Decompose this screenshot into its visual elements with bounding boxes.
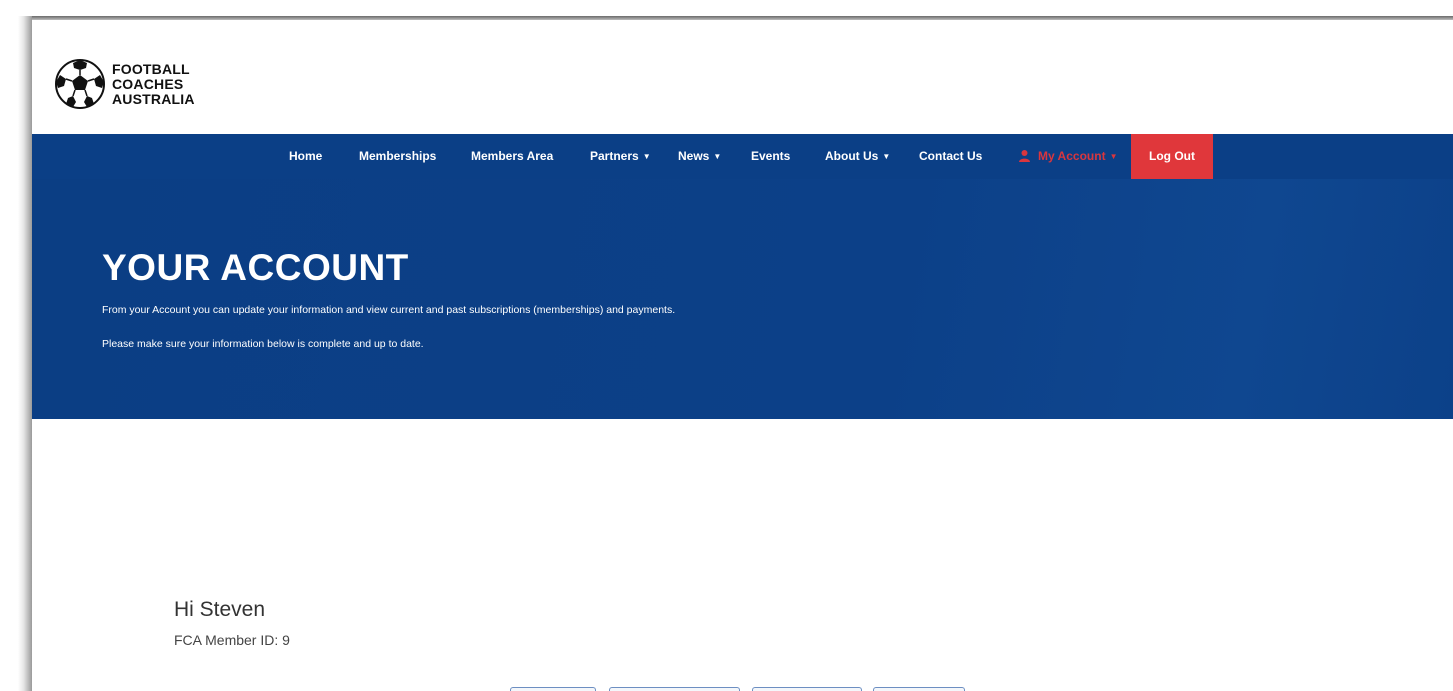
- account-tab[interactable]: [752, 687, 862, 691]
- logo-line: AUSTRALIA: [112, 90, 195, 107]
- chevron-down-icon: ▼: [713, 152, 722, 161]
- main-nav: Home Memberships Members Area Partners ▼ …: [32, 134, 1453, 180]
- greeting: Hi Steven: [174, 598, 266, 621]
- logout-button[interactable]: Log Out: [1131, 134, 1213, 179]
- account-tab[interactable]: [873, 687, 965, 691]
- chevron-down-icon: ▼: [882, 152, 891, 161]
- account-tab[interactable]: [609, 687, 740, 691]
- site-logo[interactable]: FOOTBALL COACHES AUSTRALIA: [54, 58, 195, 110]
- nav-item-label: Partners: [590, 149, 639, 163]
- nav-item-contact-us[interactable]: Contact Us: [919, 134, 982, 179]
- nav-item-my-account[interactable]: My Account ▼: [1019, 134, 1117, 179]
- soccer-ball-icon: [55, 59, 105, 109]
- member-id: FCA Member ID: 9: [174, 632, 290, 648]
- nav-item-label: Contact Us: [919, 149, 983, 163]
- nav-item-label: News: [678, 149, 710, 163]
- account-hero-banner: YOUR ACCOUNT From your Account you can u…: [32, 179, 1453, 419]
- user-icon: [1019, 150, 1030, 162]
- nav-item-label: My Account: [1038, 149, 1106, 163]
- account-tab[interactable]: [510, 687, 596, 691]
- page-title: YOUR ACCOUNT: [102, 247, 409, 288]
- nav-item-memberships[interactable]: Memberships: [359, 134, 436, 179]
- logo-wordmark: FOOTBALL COACHES AUSTRALIA: [112, 60, 195, 107]
- nav-item-about-us[interactable]: About Us ▼: [825, 134, 890, 179]
- hero-instruction: Please make sure your information below …: [102, 338, 424, 350]
- logo-line: FOOTBALL: [112, 60, 190, 77]
- logo-line: COACHES: [112, 75, 184, 92]
- nav-item-label: Members Area: [471, 149, 554, 163]
- page: FOOTBALL COACHES AUSTRALIA Home Membersh…: [32, 20, 1453, 691]
- nav-item-events[interactable]: Events: [751, 134, 790, 179]
- chevron-down-icon: ▼: [642, 152, 651, 161]
- nav-item-label: About Us: [825, 149, 879, 163]
- hero-description: From your Account you can update your in…: [102, 304, 676, 316]
- nav-item-label: Memberships: [359, 149, 437, 163]
- window-frame-left: [18, 16, 32, 691]
- nav-item-home[interactable]: Home: [289, 134, 322, 179]
- nav-item-label: Home: [289, 149, 323, 163]
- nav-item-partners[interactable]: Partners ▼: [590, 134, 651, 179]
- nav-item-label: Events: [751, 149, 791, 163]
- nav-item-members-area[interactable]: Members Area: [471, 134, 553, 179]
- chevron-down-icon: ▼: [1109, 152, 1118, 161]
- nav-item-news[interactable]: News ▼: [678, 134, 721, 179]
